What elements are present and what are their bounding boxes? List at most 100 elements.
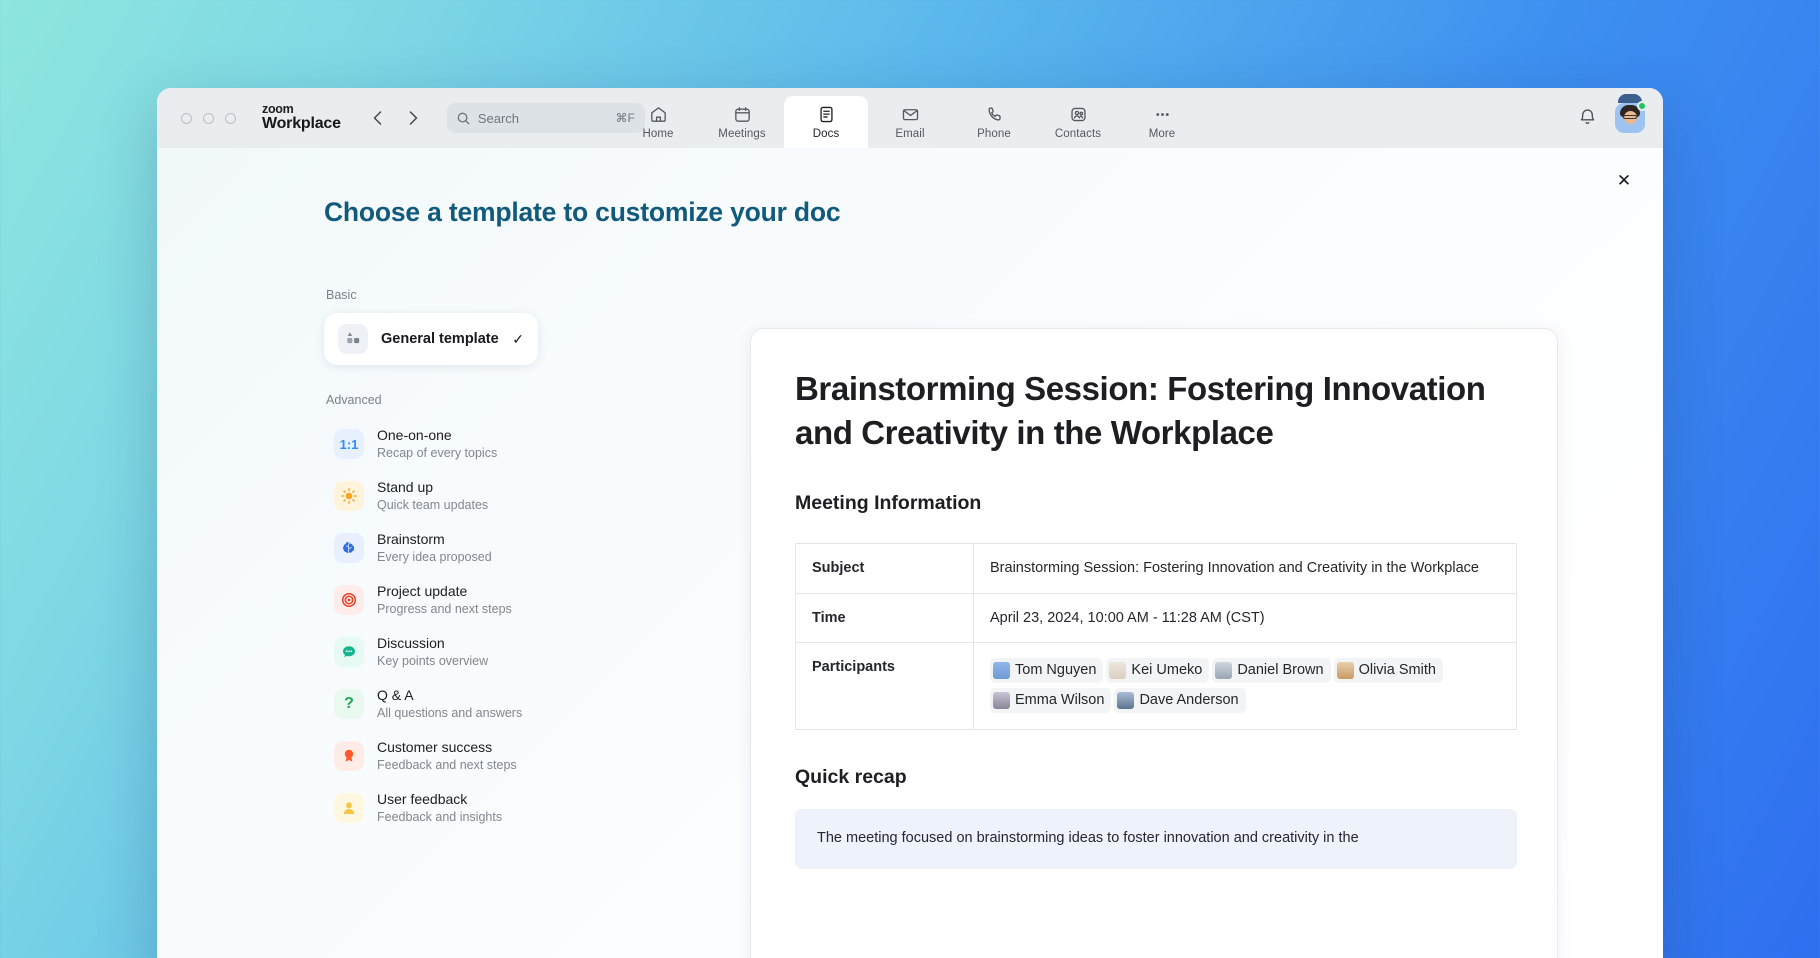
check-icon: ✓ <box>512 331 524 348</box>
table-row: Time April 23, 2024, 10:00 AM - 11:28 AM… <box>796 593 1517 642</box>
page-title: Choose a template to customize your doc <box>324 197 840 228</box>
calendar-icon <box>733 104 752 125</box>
person-icon <box>334 793 364 823</box>
participant-chip[interactable]: Olivia Smith <box>1334 658 1443 682</box>
participant-chip[interactable]: Emma Wilson <box>990 688 1111 712</box>
tab-phone[interactable]: Phone <box>952 96 1036 148</box>
sidebar-item-stand-up[interactable]: Stand up Quick team updates <box>324 470 554 522</box>
one-on-one-icon: 1:1 <box>334 429 364 459</box>
document-icon <box>817 104 836 125</box>
tab-home-label: Home <box>642 128 673 140</box>
tab-email-label: Email <box>895 128 924 140</box>
section-label-advanced: Advanced <box>324 393 554 407</box>
table-cell-key: Subject <box>796 544 974 593</box>
table-cell-value: April 23, 2024, 10:00 AM - 11:28 AM (CST… <box>974 593 1517 642</box>
sun-icon <box>334 481 364 511</box>
template-name: One-on-one <box>377 427 497 445</box>
participant-name: Emma Wilson <box>1015 689 1104 711</box>
meeting-information-heading: Meeting Information <box>795 492 1513 515</box>
participant-chip[interactable]: Daniel Brown <box>1212 658 1330 682</box>
zoom-workplace-logo: zoom Workplace <box>262 103 341 133</box>
tab-phone-label: Phone <box>977 128 1011 140</box>
maximize-dot[interactable] <box>225 113 236 124</box>
template-desc: All questions and answers <box>377 705 522 721</box>
section-label-basic: Basic <box>324 288 554 302</box>
home-icon <box>649 104 668 125</box>
participants-cell: Tom Nguyen Kei Umeko Daniel Brown Olivia Sm… <box>974 643 1517 730</box>
sidebar-item-one-on-one[interactable]: 1:1 One-on-one Recap of every topics <box>324 418 554 470</box>
chat-bubble-icon <box>334 637 364 667</box>
close-dot[interactable] <box>181 113 192 124</box>
presence-indicator <box>1637 101 1647 111</box>
tab-docs[interactable]: Docs <box>784 96 868 148</box>
ellipsis-icon <box>1153 104 1172 125</box>
navigation-arrows <box>365 105 427 131</box>
avatar[interactable] <box>1615 103 1645 133</box>
participant-avatar <box>1215 662 1232 679</box>
brand-workplace: Workplace <box>262 116 341 133</box>
template-name: Discussion <box>377 635 488 653</box>
table-row: Subject Brainstorming Session: Fostering… <box>796 544 1517 593</box>
participant-name: Kei Umeko <box>1131 659 1202 681</box>
table-cell-key: Participants <box>796 643 974 730</box>
titlebar: zoom Workplace Search ⌘F Home <box>157 88 1663 148</box>
table-cell-value: Brainstorming Session: Fostering Innovat… <box>974 544 1517 593</box>
meeting-info-table: Subject Brainstorming Session: Fostering… <box>795 543 1517 730</box>
award-ribbon-icon <box>334 741 364 771</box>
main-tabs: Home Meetings Docs Email <box>616 88 1204 148</box>
template-desc: Every idea proposed <box>377 549 492 565</box>
template-name: Customer success <box>377 739 517 757</box>
sidebar-item-general-template[interactable]: General template ✓ <box>324 313 538 365</box>
sidebar-item-discussion[interactable]: Discussion Key points overview <box>324 626 554 678</box>
template-sidebar: Basic General template ✓ Advanced 1:1 On… <box>324 288 554 958</box>
participant-avatar <box>1337 662 1354 679</box>
bell-icon[interactable] <box>1577 107 1599 129</box>
sidebar-item-project-update[interactable]: Project update Progress and next steps <box>324 574 554 626</box>
table-row: Participants Tom Nguyen Kei Umeko Daniel B… <box>796 643 1517 730</box>
general-template-label: General template <box>381 331 499 347</box>
close-icon[interactable]: ✕ <box>1609 166 1639 196</box>
template-desc: Feedback and next steps <box>377 757 517 773</box>
minimize-dot[interactable] <box>203 113 214 124</box>
contacts-icon <box>1069 104 1088 125</box>
quick-recap-text: The meeting focused on brainstorming ide… <box>795 809 1517 868</box>
forward-button[interactable] <box>401 105 427 131</box>
window-controls[interactable] <box>181 113 236 124</box>
target-icon <box>334 585 364 615</box>
template-name: Project update <box>377 583 512 601</box>
template-desc: Quick team updates <box>377 497 488 513</box>
participant-avatar <box>1117 692 1134 709</box>
sidebar-item-customer-success[interactable]: Customer success Feedback and next steps <box>324 730 554 782</box>
tab-meetings-label: Meetings <box>718 128 765 140</box>
participant-name: Daniel Brown <box>1237 659 1323 681</box>
tab-contacts[interactable]: Contacts <box>1036 96 1120 148</box>
participant-avatar <box>993 662 1010 679</box>
sidebar-item-q-and-a[interactable]: ? Q & A All questions and answers <box>324 678 554 730</box>
participant-chip[interactable]: Kei Umeko <box>1106 658 1209 682</box>
search-input[interactable]: Search <box>478 111 608 126</box>
template-name: User feedback <box>377 791 502 809</box>
participant-name: Dave Anderson <box>1139 689 1238 711</box>
tab-contacts-label: Contacts <box>1055 128 1101 140</box>
tab-more[interactable]: More <box>1120 96 1204 148</box>
table-cell-key: Time <box>796 593 974 642</box>
sidebar-item-user-feedback[interactable]: User feedback Feedback and insights <box>324 782 554 834</box>
brain-icon <box>334 533 364 563</box>
tab-more-label: More <box>1149 128 1176 140</box>
participant-chip[interactable]: Tom Nguyen <box>990 658 1103 682</box>
back-button[interactable] <box>365 105 391 131</box>
quick-recap-heading: Quick recap <box>795 766 1513 789</box>
template-picker-modal: ✕ Choose a template to customize your do… <box>157 148 1663 958</box>
template-desc: Feedback and insights <box>377 809 502 825</box>
sidebar-item-brainstorm[interactable]: Brainstorm Every idea proposed <box>324 522 554 574</box>
participant-name: Olivia Smith <box>1359 659 1436 681</box>
envelope-icon <box>901 104 920 125</box>
tab-email[interactable]: Email <box>868 96 952 148</box>
participant-name: Tom Nguyen <box>1015 659 1096 681</box>
template-name: Stand up <box>377 479 488 497</box>
participant-chip[interactable]: Dave Anderson <box>1114 688 1245 712</box>
tab-meetings[interactable]: Meetings <box>700 96 784 148</box>
tab-home[interactable]: Home <box>616 96 700 148</box>
search-icon <box>457 112 470 125</box>
document-title: Brainstorming Session: Fostering Innovat… <box>795 367 1513 454</box>
